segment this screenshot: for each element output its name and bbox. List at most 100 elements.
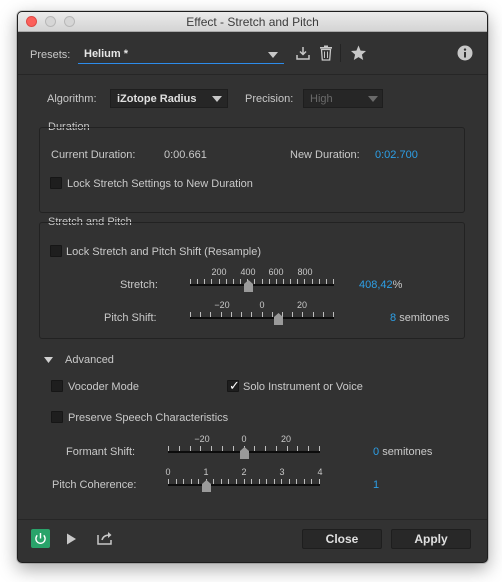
stretch-tick-label: 800 xyxy=(297,267,313,277)
duration-group xyxy=(39,127,465,213)
pitch-coherence-thumb[interactable] xyxy=(202,480,211,492)
download-icon[interactable] xyxy=(295,45,311,64)
pitch-shift-value-number: 8 xyxy=(390,312,397,324)
stretch-thumb[interactable] xyxy=(244,280,253,292)
pitch-coherence-tick xyxy=(168,479,169,484)
pitch-shift-tick xyxy=(302,312,303,317)
checkmark-icon: ✓ xyxy=(229,378,240,393)
power-icon[interactable] xyxy=(31,529,50,548)
play-icon[interactable] xyxy=(66,533,77,548)
pitch-coherence-tick xyxy=(266,479,267,484)
stretch-slider[interactable]: 200 400 600 800 xyxy=(190,267,334,296)
pitch-coherence-tick xyxy=(236,479,237,484)
solo-instrument-checkbox[interactable]: ✓ xyxy=(227,378,240,393)
apply-button[interactable]: Apply xyxy=(391,529,471,549)
lock-stretch-pitch-checkbox[interactable] xyxy=(50,245,62,257)
pitch-coherence-slider[interactable]: 0 1 2 3 4 xyxy=(165,467,323,496)
footer-separator xyxy=(18,519,487,520)
stretch-unit: % xyxy=(392,279,403,291)
formant-shift-tick xyxy=(233,446,234,451)
pitch-coherence-tick-label: 1 xyxy=(203,467,209,477)
pitch-coherence-tick xyxy=(274,479,275,484)
pitch-coherence-tick xyxy=(319,479,320,484)
formant-shift-slider[interactable]: −20 0 20 xyxy=(168,434,320,463)
vocoder-mode-label: Vocoder Mode xyxy=(68,381,139,393)
pitch-shift-tick xyxy=(241,312,242,317)
presets-label: Presets: xyxy=(30,49,71,61)
algorithm-value: iZotope Radius xyxy=(117,93,197,105)
pitch-coherence-tick-label: 4 xyxy=(317,467,323,477)
caret-down-icon xyxy=(212,96,222,102)
stretch-tick xyxy=(326,279,327,284)
formant-shift-tick-label: 20 xyxy=(280,434,292,444)
stretch-tick xyxy=(233,279,234,284)
pitch-coherence-tick xyxy=(183,479,184,484)
formant-shift-tick-label: −20 xyxy=(194,434,210,444)
pitch-coherence-tick xyxy=(251,479,252,484)
presets-dropdown[interactable]: Helium * xyxy=(78,46,284,64)
preserve-speech-label: Preserve Speech Characteristics xyxy=(68,412,229,424)
precision-label: Precision: xyxy=(245,93,294,105)
lock-stretch-duration-checkbox[interactable] xyxy=(50,177,62,189)
presets-value: Helium * xyxy=(84,48,129,60)
pitch-shift-tick xyxy=(210,312,211,317)
pitch-shift-tick xyxy=(221,312,222,317)
window-title: Effect - Stretch and Pitch xyxy=(186,15,319,29)
caret-down-icon xyxy=(368,96,378,102)
pitch-coherence-tick xyxy=(304,479,305,484)
formant-shift-label: Formant Shift: xyxy=(66,446,136,458)
pitch-shift-tick xyxy=(231,312,232,317)
pitch-coherence-tick-label: 0 xyxy=(165,467,171,477)
formant-shift-thumb[interactable] xyxy=(240,447,249,459)
stretch-value[interactable]: 408,42% xyxy=(359,279,402,291)
pitch-coherence-value[interactable]: 1 xyxy=(373,479,379,491)
stretch-tick xyxy=(333,279,334,284)
algorithm-dropdown[interactable]: iZotope Radius xyxy=(110,89,228,108)
stretch-label: Stretch: xyxy=(120,279,158,291)
formant-shift-value[interactable]: 0 semitones xyxy=(373,446,432,458)
pitch-coherence-tick xyxy=(228,479,229,484)
export-icon[interactable] xyxy=(97,531,113,548)
stretch-value-number: 408,42 xyxy=(359,279,393,291)
pitch-coherence-tick xyxy=(198,479,199,484)
pitch-coherence-label: Pitch Coherence: xyxy=(52,479,137,491)
trash-icon[interactable] xyxy=(319,45,333,64)
stretch-tick xyxy=(319,279,320,284)
stretch-tick xyxy=(254,279,255,284)
vocoder-mode-checkbox[interactable] xyxy=(51,380,63,392)
formant-shift-tick xyxy=(222,446,223,451)
formant-shift-unit: semitones xyxy=(382,446,433,458)
pitch-coherence-tick xyxy=(221,479,222,484)
triangle-down-icon[interactable] xyxy=(44,355,53,367)
formant-shift-tick xyxy=(200,446,201,451)
advanced-label[interactable]: Advanced xyxy=(65,354,114,366)
formant-shift-tick xyxy=(254,446,255,451)
formant-shift-tick xyxy=(287,446,288,451)
stretch-tick xyxy=(290,279,291,284)
info-icon[interactable] xyxy=(457,45,473,64)
stretch-tick xyxy=(204,279,205,284)
preserve-speech-checkbox[interactable] xyxy=(51,411,63,423)
stretch-tick xyxy=(276,279,277,284)
close-button[interactable]: Close xyxy=(302,529,382,549)
stretch-tick-label: 200 xyxy=(211,267,227,277)
pitch-shift-tick xyxy=(190,312,191,317)
pitch-shift-track[interactable] xyxy=(190,317,334,319)
pitch-coherence-track[interactable] xyxy=(168,484,320,486)
current-duration-value: 0:00.661 xyxy=(164,149,207,161)
lock-stretch-duration-label: Lock Stretch Settings to New Duration xyxy=(67,178,253,190)
new-duration-label: New Duration: xyxy=(290,149,360,161)
new-duration-field[interactable]: 0:02.700 xyxy=(375,149,418,161)
pitch-coherence-tick xyxy=(191,479,192,484)
pitch-coherence-tick xyxy=(281,479,282,484)
pitch-shift-slider[interactable]: −20 0 20 xyxy=(190,300,334,329)
algorithm-label: Algorithm: xyxy=(47,93,97,105)
pitch-shift-tick xyxy=(292,312,293,317)
stretch-track[interactable] xyxy=(190,284,334,286)
pitch-shift-thumb[interactable] xyxy=(274,313,283,325)
star-icon[interactable] xyxy=(350,45,367,64)
pitch-shift-tick xyxy=(323,312,324,317)
pitch-shift-tick xyxy=(200,312,201,317)
stretch-tick xyxy=(197,279,198,284)
pitch-shift-value[interactable]: 8 semitones xyxy=(390,312,449,324)
